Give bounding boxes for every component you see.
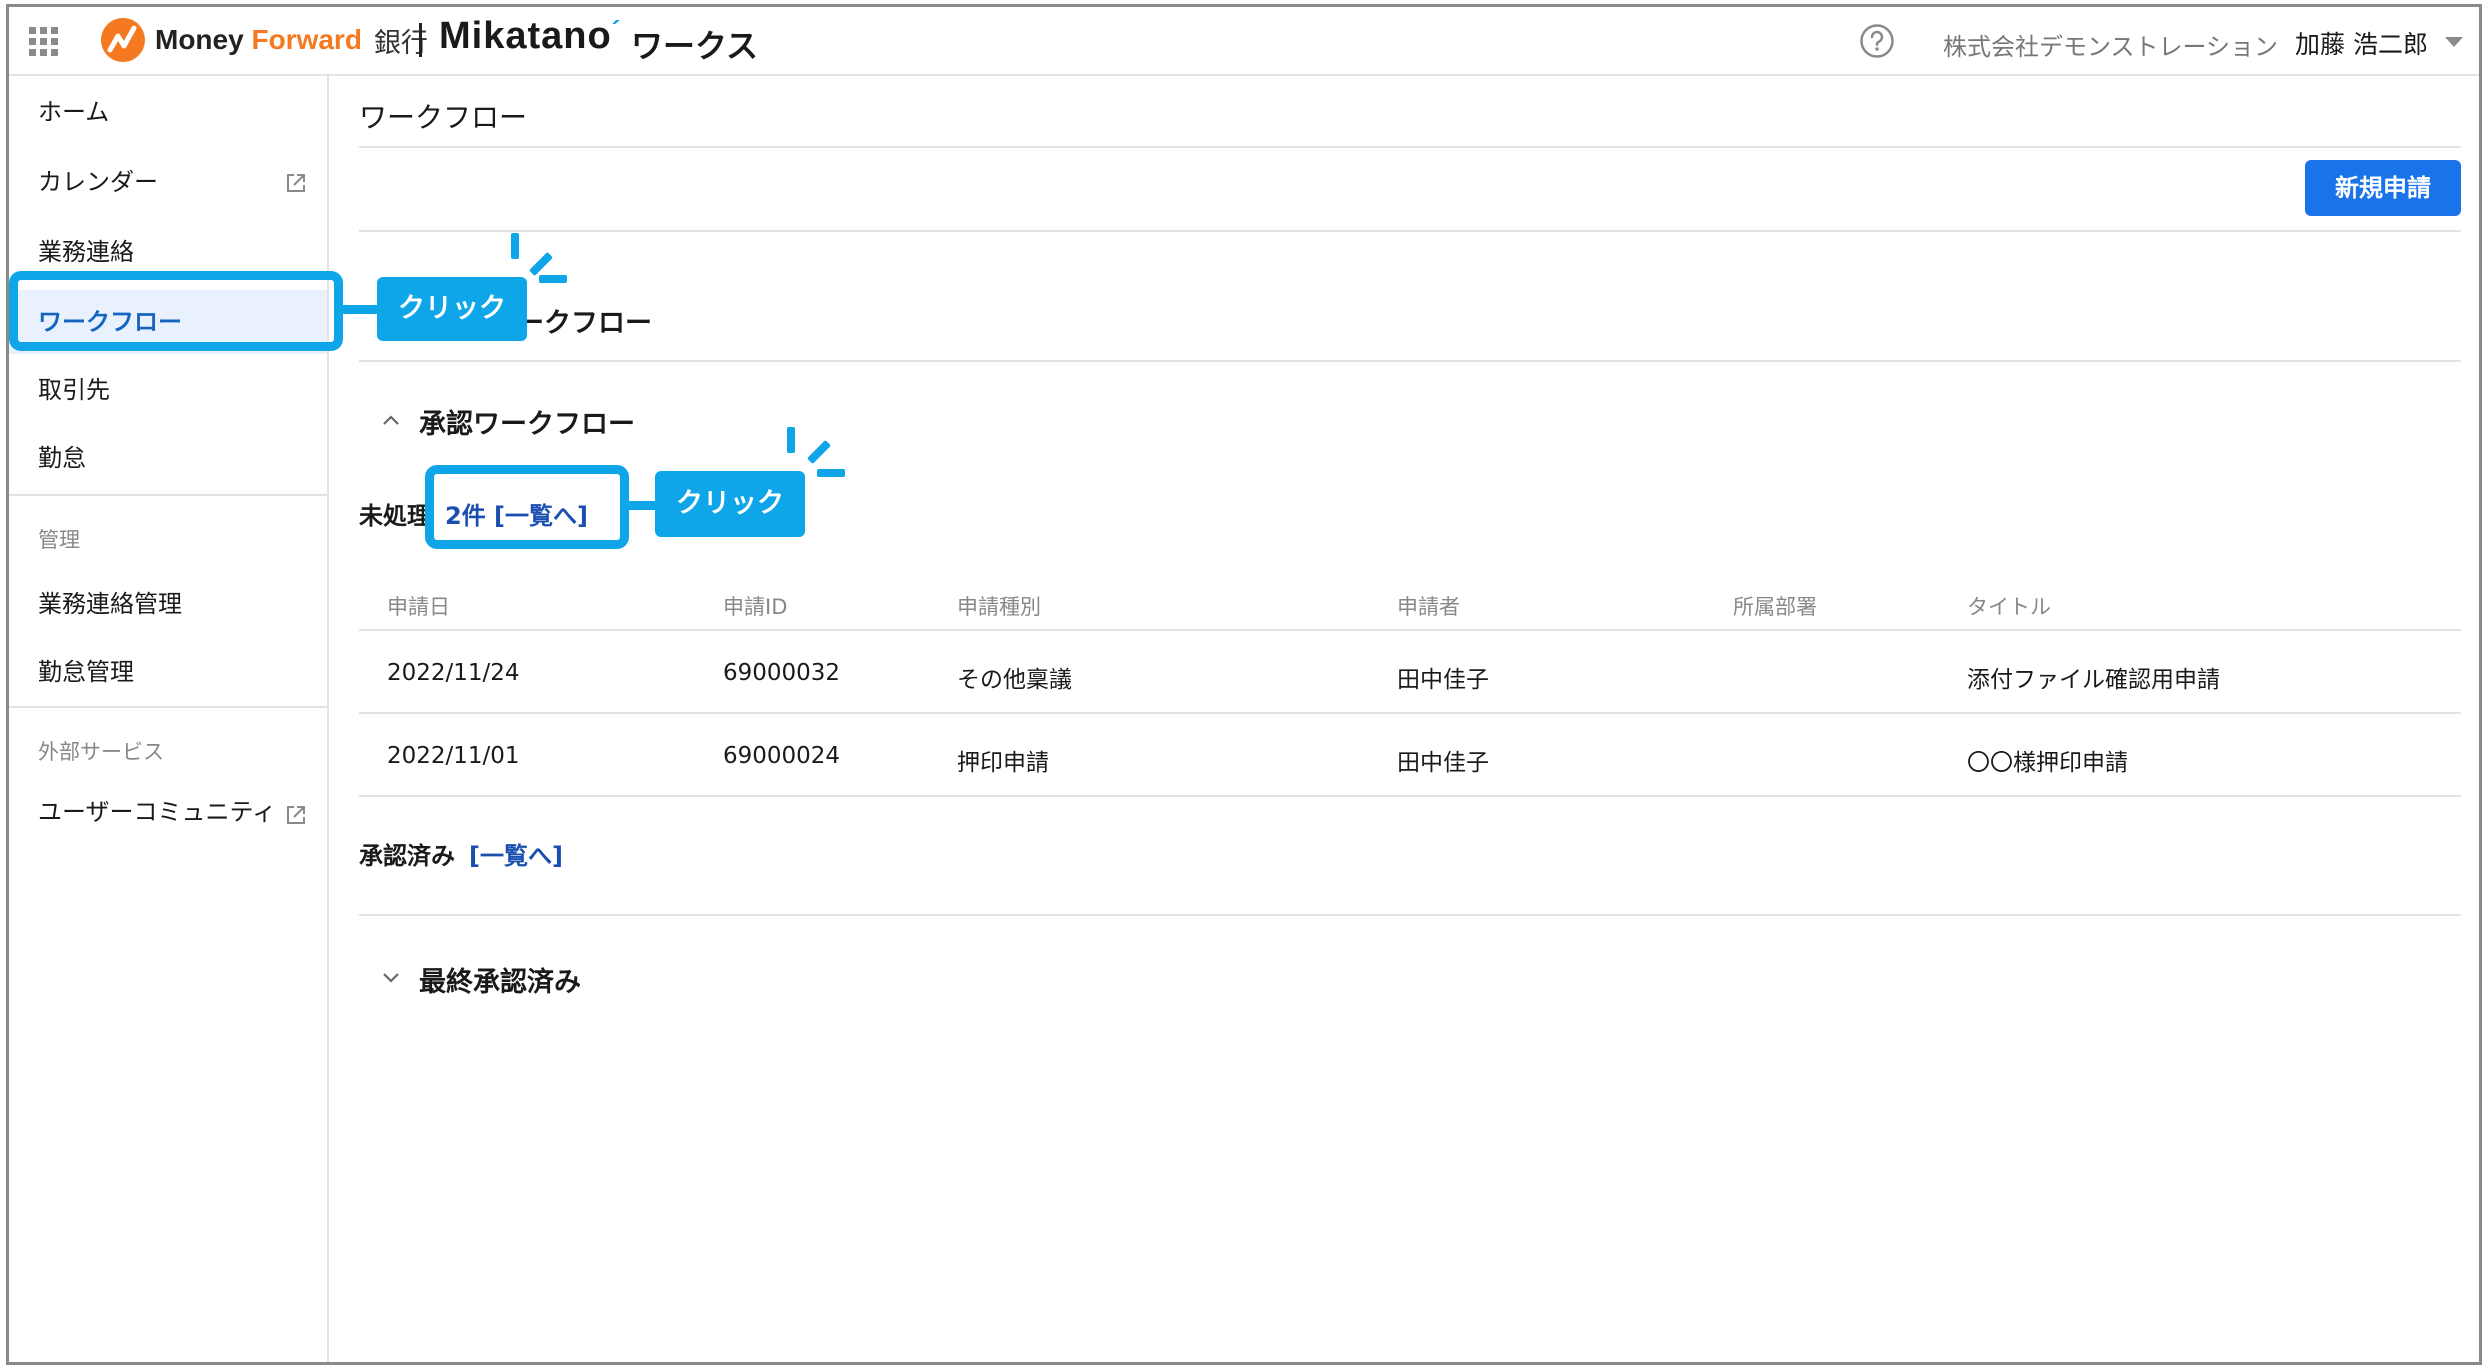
money-forward-logo[interactable]: Money Forward 銀行	[101, 17, 428, 63]
table-divider	[359, 629, 2461, 631]
sidebar-item-label: カレンダー	[38, 168, 158, 196]
approved-list-link[interactable]: [一覧へ]	[469, 836, 563, 871]
sidebar-item-user-community[interactable]: ユーザーコミュニティ	[9, 782, 327, 842]
column-header: タイトル	[1967, 595, 2051, 619]
chevron-down-icon[interactable]	[381, 968, 401, 988]
sparkle-icon	[787, 427, 795, 453]
sidebar-divider	[9, 706, 327, 708]
final-approved-title[interactable]: 最終承認済み	[419, 960, 581, 999]
chevron-up-icon[interactable]	[381, 410, 401, 430]
chevron-down-icon[interactable]	[2445, 37, 2463, 47]
sparkle-icon	[511, 233, 519, 259]
mikatano-logo[interactable]: Mikatano´	[439, 15, 621, 58]
approval-workflow-title[interactable]: 承認ワークフロー	[419, 402, 635, 441]
company-name: 株式会社デモンストレーション	[1943, 33, 2279, 61]
pending-label: 未処理	[359, 502, 431, 530]
sidebar-item-home[interactable]: ホーム	[9, 82, 327, 142]
column-header: 申請ID	[723, 595, 788, 619]
sidebar-item-business-contact-admin[interactable]: 業務連絡管理	[9, 574, 327, 634]
user-menu[interactable]: 加藤 浩二郎	[2295, 25, 2428, 61]
column-header: 申請日	[387, 595, 450, 619]
cell-type: 押印申請	[957, 750, 1049, 776]
approved-label: 承認済み	[359, 842, 455, 870]
app-grid-icon[interactable]	[29, 27, 59, 57]
logo-divider	[419, 23, 422, 57]
divider	[359, 230, 2461, 232]
column-header: 申請者	[1397, 595, 1460, 619]
sidebar-item-attendance-admin[interactable]: 勤怠管理	[9, 642, 327, 702]
app-window: Money Forward 銀行 Mikatano´ ワークス 株式会社デモンス…	[6, 4, 2482, 1365]
sidebar-item-attendance[interactable]: 勤怠	[9, 428, 327, 488]
cell-applicant: 田中佳子	[1397, 750, 1489, 776]
top-header: Money Forward 銀行 Mikatano´ ワークス 株式会社デモンス…	[9, 7, 2479, 76]
cell-applicant: 田中佳子	[1397, 667, 1489, 693]
sidebar-section-admin: 管理	[38, 528, 80, 552]
sidebar-section-external: 外部サービス	[38, 740, 164, 764]
cell-type: その他稟議	[957, 667, 1072, 693]
external-link-icon	[287, 174, 305, 192]
external-link-icon	[287, 806, 305, 824]
money-forward-wordmark: Money Forward	[155, 24, 362, 55]
cell-date: 2022/11/01	[387, 743, 520, 769]
cell-id: 69000024	[723, 743, 841, 769]
main-content: ワークフロー 新規申請 ークフロー 承認ワークフロー 未処理 2件 [一覧へ] …	[329, 76, 2479, 1362]
cell-title: 添付ファイル確認用申請	[1967, 667, 2220, 693]
callout-connector	[339, 305, 379, 314]
sidebar: ホーム カレンダー 業務連絡 ワークフロー 取引先 勤怠 管理 業務連絡管理 勤…	[9, 76, 329, 1362]
cell-date: 2022/11/24	[387, 660, 520, 686]
new-application-button[interactable]: 新規申請	[2305, 160, 2461, 216]
help-icon[interactable]	[1859, 23, 1895, 59]
divider	[359, 914, 2461, 916]
click-callout: クリック	[377, 277, 527, 341]
click-callout: クリック	[655, 471, 805, 537]
my-workflow-title[interactable]: ークフロー	[517, 301, 652, 340]
divider	[359, 146, 2461, 148]
highlight-box-workflow	[9, 271, 343, 351]
cell-title: 〇〇様押印申請	[1967, 750, 2128, 776]
divider	[359, 360, 2461, 362]
column-header: 所属部署	[1733, 595, 1817, 619]
table-divider	[359, 712, 2461, 714]
sidebar-item-calendar[interactable]: カレンダー	[9, 152, 327, 212]
cell-id: 69000032	[723, 660, 841, 686]
product-suffix: ワークス	[631, 27, 759, 65]
money-forward-logo-icon	[101, 18, 145, 62]
sparkle-icon	[539, 275, 567, 283]
sidebar-item-clients[interactable]: 取引先	[9, 360, 327, 420]
sidebar-item-label: ユーザーコミュニティ	[38, 798, 277, 826]
highlight-box-pending	[425, 465, 629, 549]
sidebar-divider	[9, 494, 327, 496]
column-header: 申請種別	[957, 595, 1041, 619]
page-title: ワークフロー	[359, 101, 528, 134]
table-divider	[359, 795, 2461, 797]
sparkle-icon	[817, 469, 845, 477]
